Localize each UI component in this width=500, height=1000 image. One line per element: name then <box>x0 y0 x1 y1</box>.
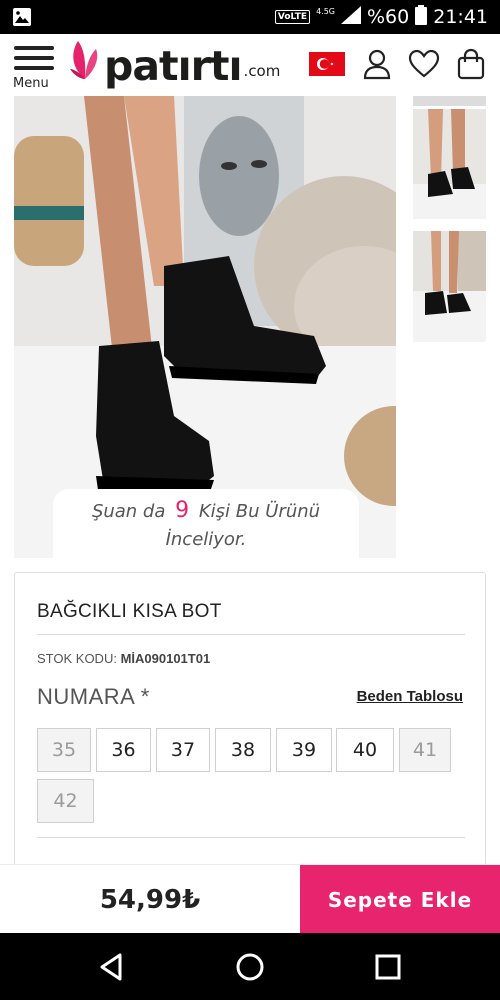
size-option-40[interactable]: 40 <box>336 728 394 772</box>
size-heading: NUMARA * <box>37 684 150 709</box>
volte-indicator: VoLTE <box>274 10 311 24</box>
add-to-cart-button[interactable]: Sepete Ekle <box>300 865 500 934</box>
size-option-38[interactable]: 38 <box>215 728 271 772</box>
menu-label: Menu <box>13 76 49 91</box>
size-chart-link[interactable]: Beden Tablosu <box>357 688 463 705</box>
product-info-card: BAĞCIKLI KISA BOT STOK KODU: MİA090101T0… <box>14 572 486 892</box>
viewers-text-line2: İnceliyor. <box>165 529 247 550</box>
user-icon[interactable] <box>361 48 393 80</box>
logo-tld: .com <box>243 62 281 80</box>
battery-icon <box>415 4 428 30</box>
viewers-text-end: Kişi Bu Ürünü <box>198 501 321 522</box>
hamburger-icon <box>14 46 54 50</box>
viewers-count: 9 <box>175 498 190 523</box>
viewers-notice: Şuan da 9 Kişi Bu Ürünü İnceliyor. <box>53 489 359 559</box>
recents-icon[interactable] <box>370 949 406 985</box>
divider <box>37 837 465 838</box>
viewers-text-start: Şuan da <box>91 501 166 522</box>
menu-button[interactable]: Menu <box>13 46 54 92</box>
battery-percent: %60 <box>367 6 410 28</box>
site-header: Menu patırtı .com <box>0 34 500 96</box>
size-option-41[interactable]: 41 <box>399 728 451 772</box>
system-navigation-bar <box>0 933 500 1000</box>
stock-code: STOK KODU: MİA090101T01 <box>37 651 210 666</box>
price: 54,99₺ <box>99 884 201 915</box>
heart-icon[interactable] <box>408 48 440 80</box>
home-icon[interactable] <box>232 949 268 985</box>
thumbnail-2[interactable] <box>413 231 486 342</box>
site-logo[interactable]: patırtı .com <box>70 39 281 90</box>
size-option-39[interactable]: 39 <box>276 728 332 772</box>
back-icon[interactable] <box>94 949 130 985</box>
size-option-37[interactable]: 37 <box>156 728 210 772</box>
size-option-42[interactable]: 42 <box>37 779 94 823</box>
signal-icon <box>341 5 361 29</box>
divider <box>37 634 465 635</box>
network-type: 4.5G <box>316 6 335 16</box>
status-bar: VoLTE 4.5G %60 21:41 <box>0 0 500 34</box>
turkey-flag-icon[interactable] <box>309 52 345 76</box>
purchase-bar: 54,99₺ Sepete Ekle <box>0 864 500 934</box>
shopping-bag-icon[interactable] <box>455 48 487 80</box>
thumbnail-1[interactable] <box>413 109 486 219</box>
stock-code-value: MİA090101T01 <box>120 651 211 666</box>
size-option-35[interactable]: 35 <box>37 728 91 772</box>
product-title: BAĞCIKLI KISA BOT <box>37 601 222 622</box>
clock: 21:41 <box>433 6 488 28</box>
stock-code-label: STOK KODU: <box>37 651 117 666</box>
product-page: VoLTE 4.5G %60 21:41 Menu patırtı .com Ş… <box>0 0 500 1000</box>
gallery-notification-icon <box>12 7 32 27</box>
butterfly-logo-icon <box>70 39 100 86</box>
logo-text: patırtı <box>104 42 243 90</box>
size-option-36[interactable]: 36 <box>96 728 151 772</box>
thumbnail-0[interactable] <box>413 96 486 106</box>
